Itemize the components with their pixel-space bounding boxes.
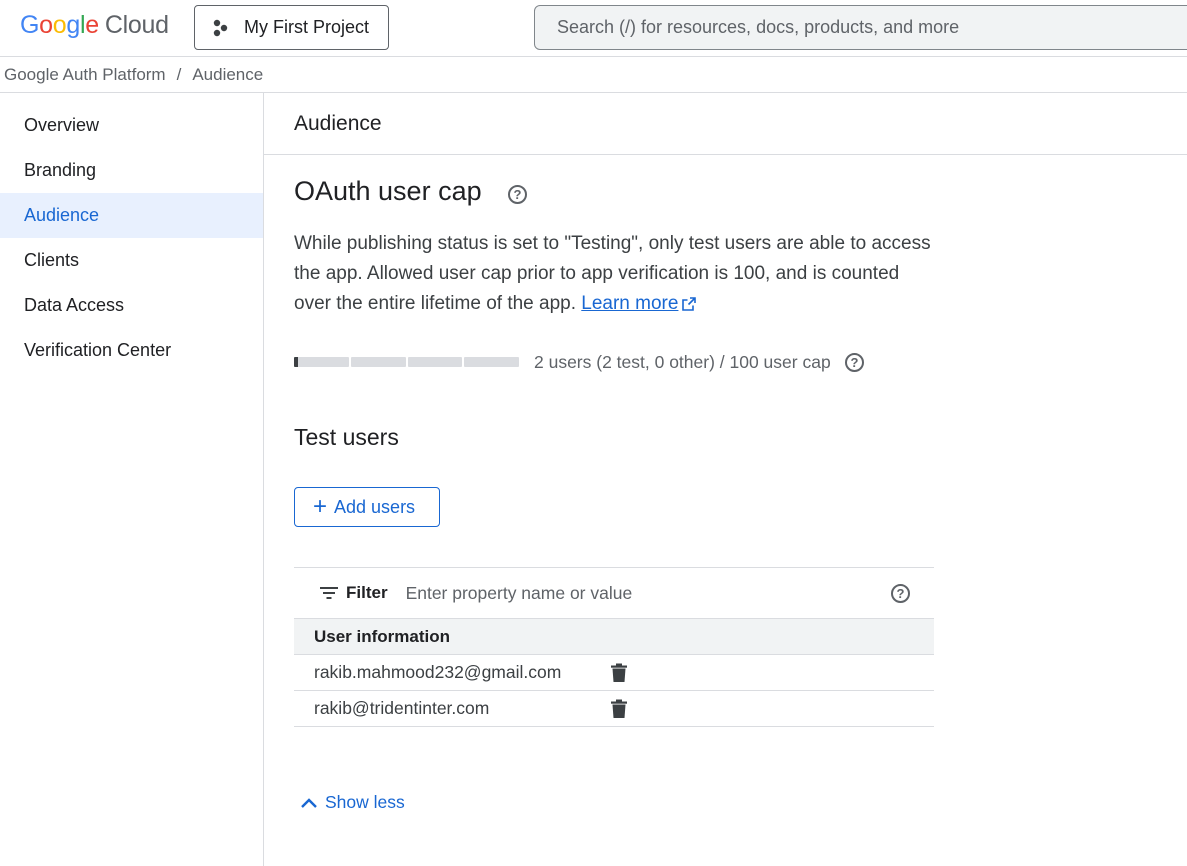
help-icon[interactable]: ? [891, 584, 910, 603]
help-icon[interactable]: ? [508, 185, 527, 204]
filter-input[interactable] [405, 582, 846, 604]
project-icon [213, 19, 228, 36]
project-name: My First Project [244, 17, 370, 37]
search-bar[interactable] [534, 5, 1187, 50]
external-link-icon [682, 297, 697, 311]
help-icon[interactable]: ? [845, 353, 864, 372]
logo-product-text: Cloud [104, 11, 169, 39]
chevron-up-icon [301, 797, 317, 808]
user-cap-progress-bar [294, 357, 519, 367]
sidebar-item-audience[interactable]: Audience [0, 193, 263, 238]
user-email: rakib@tridentinter.com [314, 698, 490, 718]
user-cap-usage-text: 2 users (2 test, 0 other) / 100 user cap [534, 352, 831, 372]
add-users-label: Add users [334, 496, 416, 517]
breadcrumb-separator: / [176, 65, 182, 84]
show-less-label: Show less [325, 792, 405, 812]
project-picker-button[interactable]: My First Project [194, 5, 389, 50]
sidebar-item-clients[interactable]: Clients [0, 238, 263, 283]
page-header: Audience [264, 93, 1187, 155]
test-users-heading: Test users [294, 424, 399, 450]
breadcrumb-auth-platform[interactable]: Google Auth Platform [4, 65, 166, 85]
breadcrumb: Google Auth Platform / Audience [4, 64, 263, 86]
plus-icon: + [313, 493, 328, 520]
breadcrumb-audience[interactable]: Audience [192, 65, 263, 85]
delete-icon[interactable] [610, 663, 628, 683]
add-users-button[interactable]: + Add users [294, 487, 440, 527]
show-less-button[interactable]: Show less [300, 792, 405, 813]
user-email: rakib.mahmood232@gmail.com [314, 662, 562, 682]
filter-label: Filter [346, 583, 388, 602]
delete-icon[interactable] [610, 699, 628, 719]
sidebar-item-branding[interactable]: Branding [0, 148, 263, 193]
user-cap-description: While publishing status is set to "Testi… [294, 229, 939, 319]
search-input[interactable] [557, 17, 1157, 38]
sidebar-item-data-access[interactable]: Data Access [0, 283, 263, 328]
top-bar: Google Cloud My First Project [0, 0, 1187, 57]
progress-fill [294, 357, 299, 367]
google-cloud-logo[interactable]: Google Cloud [20, 11, 169, 40]
table-row: rakib@tridentinter.com [294, 691, 934, 727]
sidebar-item-verification-center[interactable]: Verification Center [0, 328, 263, 373]
column-header-user-information[interactable]: User information [294, 619, 934, 655]
filter-bar: Filter ? [294, 567, 934, 619]
user-cap-heading: OAuth user cap [294, 176, 482, 206]
sidebar: Overview Branding Audience Clients Data … [0, 93, 264, 866]
learn-more-link[interactable]: Learn more [581, 293, 678, 314]
table-row: rakib.mahmood232@gmail.com [294, 655, 934, 691]
sidebar-item-overview[interactable]: Overview [0, 103, 263, 148]
filter-icon [320, 587, 338, 599]
test-users-table: Filter ? User information rakib.mahmood2… [294, 567, 934, 727]
page-title: Audience [294, 112, 382, 135]
